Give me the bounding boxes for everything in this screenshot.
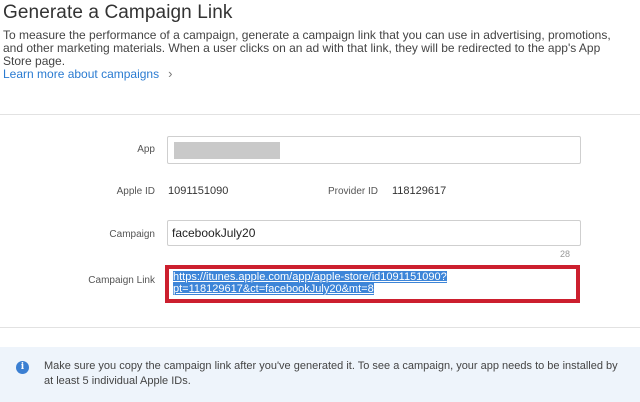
campaign-link-output[interactable]: https://itunes.apple.com/app/apple-store… xyxy=(165,265,580,303)
info-icon: i xyxy=(16,361,29,374)
campaign-char-counter: 28 xyxy=(560,249,571,259)
section-divider-bottom xyxy=(0,327,640,328)
section-divider-top xyxy=(0,114,640,115)
app-label: App xyxy=(137,144,155,155)
chevron-right-icon: › xyxy=(168,66,173,81)
app-name-redacted xyxy=(174,142,280,159)
campaign-link-label: Campaign Link xyxy=(88,275,155,286)
learn-more-label: Learn more about campaigns xyxy=(3,67,160,81)
campaign-field[interactable] xyxy=(167,220,581,246)
info-notice: i Make sure you copy the campaign link a… xyxy=(0,347,640,402)
page-description: To measure the performance of a campaign… xyxy=(3,28,611,68)
apple-id-label: Apple ID xyxy=(116,186,155,197)
campaign-label: Campaign xyxy=(109,229,155,240)
campaign-link-text[interactable]: https://itunes.apple.com/app/apple-store… xyxy=(173,271,473,295)
campaign-link-line-2: pt=118129617&ct=facebookJuly20&mt=8 xyxy=(173,283,374,295)
campaign-input[interactable] xyxy=(168,221,576,245)
apple-id-value: 1091151090 xyxy=(168,185,229,197)
info-notice-text: Make sure you copy the campaign link aft… xyxy=(44,360,618,387)
learn-more-link[interactable]: Learn more about campaigns › xyxy=(3,67,172,81)
campaign-link-line-1: https://itunes.apple.com/app/apple-store… xyxy=(173,271,447,283)
app-field[interactable] xyxy=(167,136,581,164)
page-title: Generate a Campaign Link xyxy=(3,2,233,23)
provider-id-value: 118129617 xyxy=(392,185,447,197)
provider-id-label: Provider ID xyxy=(328,186,379,197)
campaign-link-page: Generate a Campaign Link To measure the … xyxy=(0,0,640,402)
